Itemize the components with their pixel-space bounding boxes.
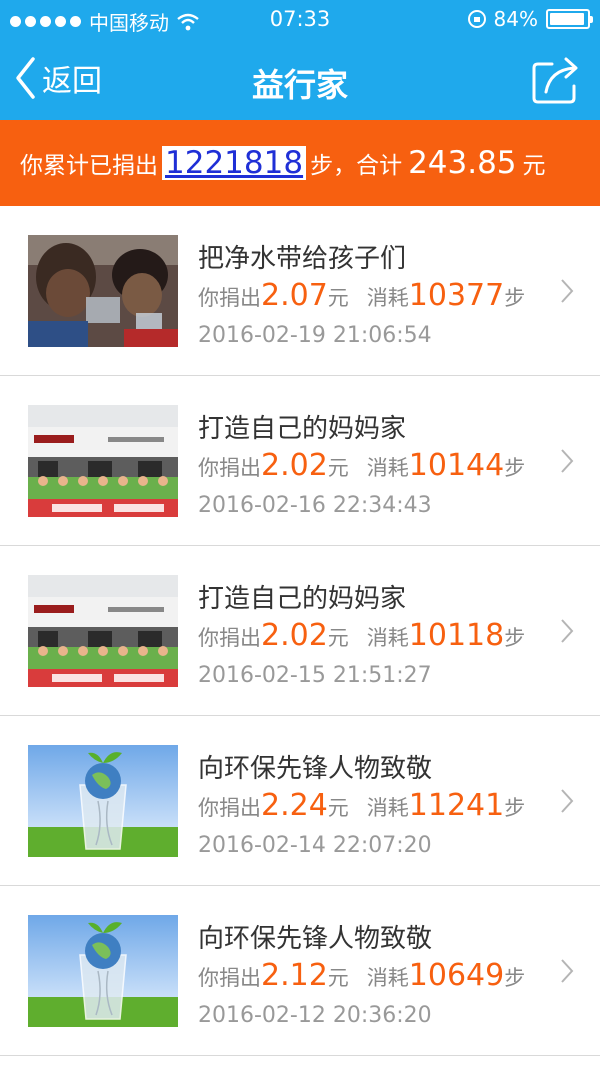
step-unit-label: 步: [504, 626, 526, 650]
consumed-label: 消耗: [366, 286, 409, 310]
currency-label: 元: [327, 966, 349, 990]
mama-home-group-photo-image: [28, 575, 178, 687]
total-amount: 243.85: [408, 145, 517, 181]
mama-home-group-photo-image: [28, 405, 178, 517]
donated-amount: 2.07: [261, 278, 328, 313]
donation-summary: 你累计已捐出 1221818 步，合计 243.85 元: [0, 120, 600, 206]
plant-globe-glass-image: [28, 745, 178, 857]
consumed-steps: 11241: [408, 788, 505, 823]
list-item[interactable]: 向环保先锋人物致敬 你捐出2.24元 消耗11241步 2016-02-14 22…: [0, 716, 600, 886]
chevron-right-icon: [561, 619, 574, 643]
chevron-right-icon: [561, 279, 574, 303]
currency-label: 元: [327, 456, 349, 480]
currency-label: 元: [327, 286, 349, 310]
step-unit-label: 步: [504, 966, 526, 990]
currency-label: 元: [327, 796, 349, 820]
donated-label: 你捐出: [198, 796, 261, 820]
chevron-right-icon: [561, 789, 574, 813]
battery-icon: [546, 9, 593, 29]
consumed-steps: 10649: [408, 958, 505, 993]
summary-steps-unit: 步，合计: [310, 153, 403, 179]
item-title: 打造自己的妈妈家: [198, 584, 407, 614]
item-date: 2016-02-19 21:06:54: [198, 323, 432, 348]
donated-label: 你捐出: [198, 626, 261, 650]
list-item[interactable]: 向环保先锋人物致敬 你捐出2.12元 消耗10649步 2016-02-12 20…: [0, 886, 600, 1056]
children-drinking-water-image: [28, 235, 178, 347]
item-title: 打造自己的妈妈家: [198, 414, 407, 444]
donated-amount: 2.02: [261, 448, 328, 483]
consumed-steps: 10118: [408, 618, 505, 653]
donation-list: 把净水带给孩子们 你捐出2.07元 消耗10377步 2016-02-19 21:…: [0, 206, 600, 1056]
consumed-label: 消耗: [366, 626, 409, 650]
summary-prefix: 你累计已捐出: [20, 153, 158, 179]
nav-bar: 返回 益行家: [0, 40, 600, 120]
donated-amount: 2.24: [261, 788, 328, 823]
item-metrics: 你捐出2.24元 消耗11241步: [198, 788, 525, 823]
donated-amount: 2.12: [261, 958, 328, 993]
list-item[interactable]: 打造自己的妈妈家 你捐出2.02元 消耗10144步 2016-02-16 22:…: [0, 376, 600, 546]
item-title: 把净水带给孩子们: [198, 244, 407, 274]
status-bar: 中国移动 07:33 84%: [0, 0, 600, 40]
consumed-label: 消耗: [366, 796, 409, 820]
battery-percent: 84%: [493, 7, 538, 31]
consumed-label: 消耗: [366, 966, 409, 990]
list-item[interactable]: 把净水带给孩子们 你捐出2.07元 消耗10377步 2016-02-19 21:…: [0, 206, 600, 376]
donated-label: 你捐出: [198, 286, 261, 310]
step-unit-label: 步: [504, 456, 526, 480]
total-steps-link[interactable]: 1221818: [162, 146, 307, 180]
share-icon[interactable]: [530, 54, 582, 106]
summary-amount-unit: 元: [522, 153, 546, 179]
donated-label: 你捐出: [198, 966, 261, 990]
item-metrics: 你捐出2.07元 消耗10377步: [198, 278, 525, 313]
item-date: 2016-02-15 21:51:27: [198, 663, 432, 688]
item-metrics: 你捐出2.02元 消耗10118步: [198, 618, 525, 653]
donated-amount: 2.02: [261, 618, 328, 653]
consumed-steps: 10144: [408, 448, 505, 483]
chevron-right-icon: [561, 959, 574, 983]
item-metrics: 你捐出2.12元 消耗10649步: [198, 958, 525, 993]
chevron-right-icon: [561, 449, 574, 473]
currency-label: 元: [327, 626, 349, 650]
step-unit-label: 步: [504, 286, 526, 310]
item-title: 向环保先锋人物致敬: [198, 924, 433, 954]
item-title: 向环保先锋人物致敬: [198, 754, 433, 784]
donated-label: 你捐出: [198, 456, 261, 480]
page-title: 益行家: [251, 66, 348, 104]
item-metrics: 你捐出2.02元 消耗10144步: [198, 448, 525, 483]
item-date: 2016-02-14 22:07:20: [198, 833, 432, 858]
consumed-label: 消耗: [366, 456, 409, 480]
item-date: 2016-02-12 20:36:20: [198, 1003, 432, 1028]
list-item[interactable]: 打造自己的妈妈家 你捐出2.02元 消耗10118步 2016-02-15 21:…: [0, 546, 600, 716]
plant-globe-glass-image: [28, 915, 178, 1027]
item-date: 2016-02-16 22:34:43: [198, 493, 432, 518]
consumed-steps: 10377: [408, 278, 505, 313]
status-right: 84%: [467, 7, 593, 31]
step-unit-label: 步: [504, 796, 526, 820]
rotation-lock-icon: [467, 10, 486, 28]
